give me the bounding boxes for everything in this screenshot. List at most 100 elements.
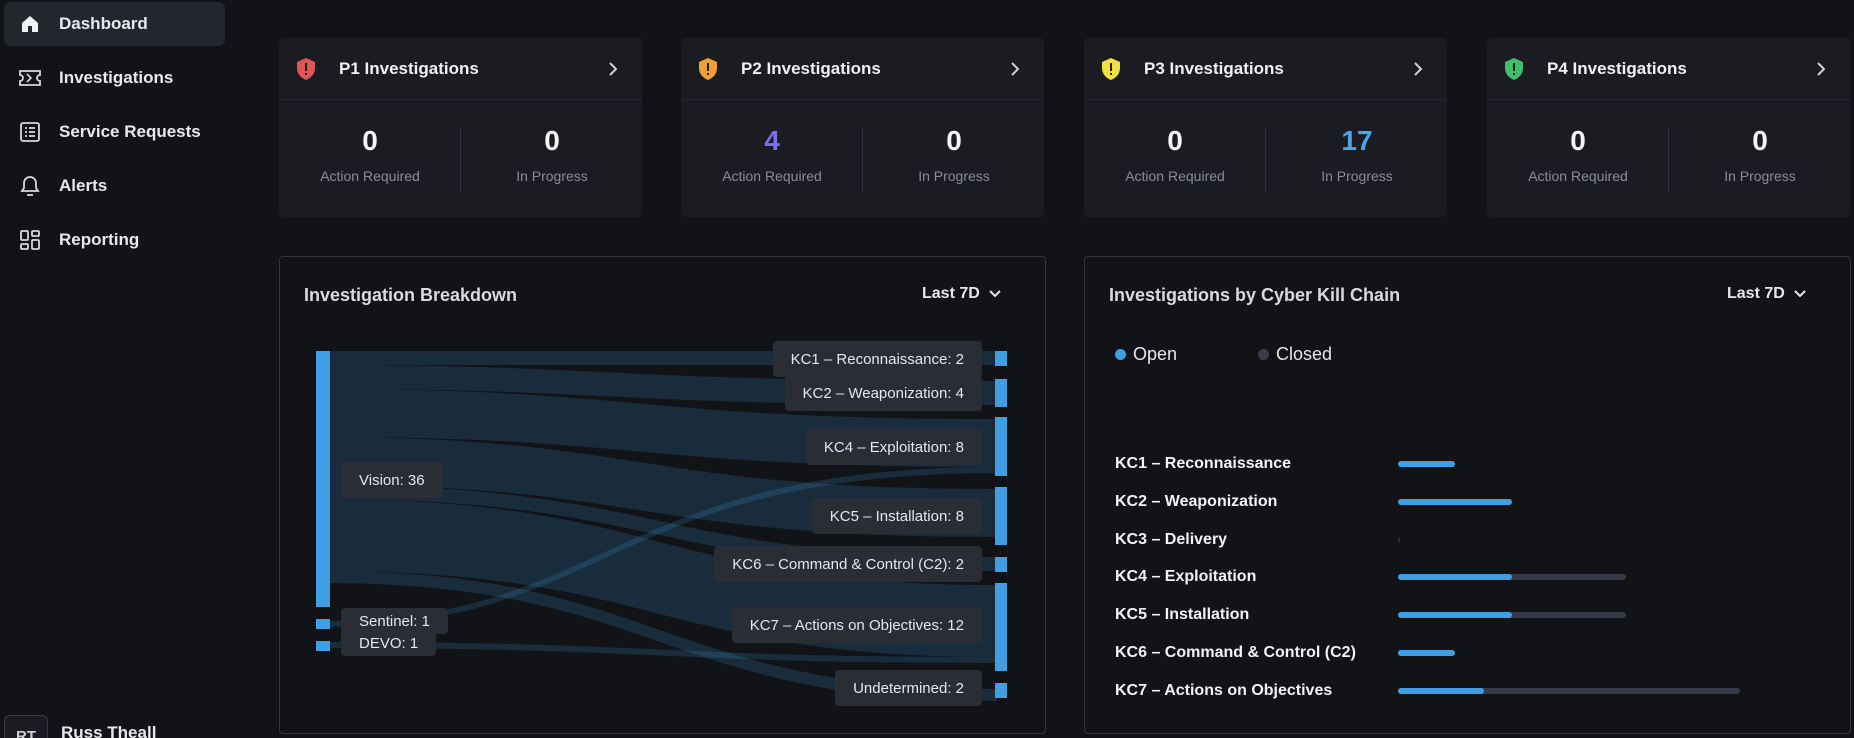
open-bar (1398, 650, 1455, 656)
node-kc2 (995, 379, 1007, 407)
in-progress-metric[interactable]: 17 In Progress (1266, 100, 1448, 217)
target-label-kc5: KC5 – Installation: 8 (811, 498, 982, 534)
sidebar-item-dashboard[interactable]: Dashboard (4, 2, 225, 46)
p2-investigations-card[interactable]: P2 Investigations 4 Action Required 0 In… (681, 38, 1044, 217)
sidebar-item-label: Reporting (59, 230, 140, 249)
kill-chain-label: KC4 – Exploitation (1115, 568, 1257, 586)
kill-chain-row[interactable]: KC1 – Reconnaissance (1115, 452, 1455, 476)
kill-chain-row[interactable]: KC3 – Delivery (1115, 528, 1400, 552)
in-progress-count: 17 (1341, 125, 1373, 156)
in-progress-metric[interactable]: 0 In Progress (461, 100, 643, 217)
closed-bar (1398, 461, 1455, 467)
legend-dot (1115, 349, 1126, 360)
node-kc6 (995, 557, 1007, 572)
in-progress-label: In Progress (516, 168, 588, 184)
card-title: P3 Investigations (1144, 58, 1284, 78)
source-label-devo: DEVO: 1 (341, 630, 437, 656)
chevron-right-icon[interactable] (1008, 60, 1022, 78)
closed-bar (1398, 536, 1400, 543)
card-header: P3 Investigations (1084, 38, 1447, 100)
sidebar-item-label: Service Requests (59, 122, 201, 141)
action-required-metric[interactable]: 0 Action Required (1487, 100, 1669, 217)
p1-investigations-card[interactable]: P1 Investigations 0 Action Required 0 In… (279, 38, 642, 217)
panel-title: Investigations by Cyber Kill Chain (1109, 285, 1401, 305)
shield-icon (297, 57, 315, 80)
in-progress-metric[interactable]: 0 In Progress (1669, 100, 1851, 217)
open-bar (1398, 498, 1512, 505)
node-kc7 (995, 583, 1007, 671)
shield-icon (1102, 57, 1120, 80)
chevron-right-icon[interactable] (1411, 60, 1425, 78)
action-required-metric[interactable]: 0 Action Required (279, 100, 461, 217)
user-name: Russ Theall (61, 723, 157, 738)
closed-bar (1398, 574, 1626, 581)
user-profile[interactable]: RT Russ Theall (4, 715, 156, 738)
chevron-down-icon (1794, 290, 1806, 298)
in-progress-metric[interactable]: 0 In Progress (863, 100, 1045, 217)
kill-chain-row[interactable]: KC2 – Weaponization (1115, 490, 1512, 514)
kill-chain-label: KC6 – Command & Control (C2) (1115, 644, 1356, 661)
sidebar-item-investigations[interactable]: Investigations (4, 56, 225, 100)
open-bar (1398, 574, 1512, 581)
node-kc1 (995, 351, 1007, 366)
chevron-right-icon[interactable] (1814, 60, 1828, 78)
in-progress-label: In Progress (1321, 168, 1393, 184)
p4-investigations-card[interactable]: P4 Investigations 0 Action Required 0 In… (1487, 38, 1850, 217)
target-label-kc1: KC1 – Reconnaissance: 2 (772, 341, 982, 377)
kill-chain-row[interactable]: KC4 – Exploitation (1115, 565, 1626, 589)
investigation-breakdown-panel: Investigation Breakdown Last 7D Vision: … (279, 256, 1046, 734)
open-bar (1398, 612, 1512, 619)
chevron-right-icon[interactable] (606, 60, 620, 78)
kill-chain-row[interactable]: KC6 – Command & Control (C2) (1115, 641, 1455, 665)
kill-chain-row[interactable]: KC7 – Actions on Objectives (1115, 679, 1740, 703)
sidebar-item-reporting[interactable]: Reporting (4, 218, 225, 262)
shield-icon (699, 57, 717, 80)
kill-chain-row[interactable]: KC5 – Installation (1115, 603, 1626, 627)
legend-open[interactable]: Open (1115, 344, 1177, 365)
time-range-label: Last 7D (1727, 285, 1785, 302)
legend-label: Open (1133, 344, 1178, 364)
sidebar-item-service-requests[interactable]: Service Requests (4, 110, 225, 154)
target-label-undetermined: Undetermined: 2 (835, 670, 982, 706)
action-required-count: 0 (1570, 125, 1586, 156)
action-required-metric[interactable]: 0 Action Required (1084, 100, 1266, 217)
closed-bar (1398, 612, 1626, 619)
closed-bar (1398, 650, 1455, 656)
kill-chain-label: KC7 – Actions on Objectives (1115, 681, 1333, 699)
node-devo (316, 641, 330, 651)
action-required-count: 0 (1167, 125, 1183, 156)
p3-investigations-card[interactable]: P3 Investigations 0 Action Required 17 I… (1084, 38, 1447, 217)
card-header: P1 Investigations (279, 38, 642, 100)
node-undetermined (995, 683, 1007, 698)
sidebar-item-label: Alerts (59, 176, 108, 195)
bell-icon (18, 174, 42, 198)
in-progress-count: 0 (1752, 125, 1768, 156)
avatar: RT (4, 715, 48, 738)
card-header: P2 Investigations (681, 38, 1044, 100)
time-range-dropdown[interactable]: Last 7D (1727, 285, 1807, 303)
node-sentinel (316, 619, 330, 629)
closed-bar (1398, 498, 1512, 505)
legend-label: Closed (1276, 344, 1333, 364)
home-icon (18, 12, 42, 36)
kill-chain-label: KC5 – Installation (1115, 606, 1250, 624)
open-bar (1398, 687, 1484, 694)
target-label-kc2: KC2 – Weaponization: 4 (784, 375, 982, 411)
kill-chain-label: KC2 – Weaponization (1115, 492, 1278, 510)
open-bar (1398, 461, 1455, 467)
in-progress-count: 0 (946, 125, 962, 156)
card-title: P1 Investigations (339, 58, 479, 78)
in-progress-label: In Progress (918, 168, 990, 184)
legend-closed[interactable]: Closed (1258, 344, 1332, 365)
card-title: P4 Investigations (1547, 58, 1687, 78)
legend-dot (1258, 349, 1269, 360)
card-title: P2 Investigations (741, 58, 881, 78)
action-required-count: 4 (764, 125, 780, 156)
action-required-label: Action Required (1528, 168, 1628, 184)
in-progress-label: In Progress (1724, 168, 1796, 184)
in-progress-count: 0 (544, 125, 560, 156)
node-kc4 (995, 417, 1007, 476)
sidebar-item-alerts[interactable]: Alerts (4, 164, 225, 208)
action-required-metric[interactable]: 4 Action Required (681, 100, 863, 217)
sidebar-item-label: Dashboard (59, 14, 148, 33)
